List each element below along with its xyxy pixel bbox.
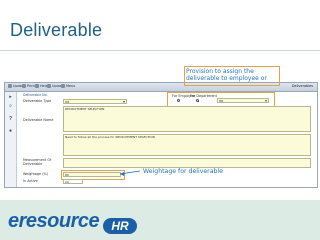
logo-hr-badge: HR: [103, 218, 137, 234]
weightage-label: Weightage (%): [23, 172, 49, 176]
toolbar-menu-button[interactable]: Menu: [61, 84, 75, 88]
brand-logo: eresource: [8, 210, 100, 233]
user-icon[interactable]: ●: [8, 129, 13, 134]
weightage-callout-text: Weightage for deliverable: [143, 168, 223, 175]
assign-callout-box: [184, 66, 280, 86]
help-icon[interactable]: ?: [8, 117, 13, 122]
slide-title: Deliverable: [10, 20, 103, 40]
description-textarea[interactable]: Need to follow all the process for RECRU…: [63, 134, 311, 156]
left-icon-sidebar: ▸ ⌕ ? ●: [5, 92, 17, 187]
arrow-icon[interactable]: ▸: [8, 95, 13, 100]
deliverable-name-input[interactable]: RECRUITMENT SELECTION: [63, 106, 311, 132]
title-divider: [0, 50, 320, 51]
measurement-label: Measurement Of Deliverable: [23, 158, 52, 166]
deliverable-type-select[interactable]: HR: [63, 99, 127, 104]
form-section-title: Deliverable No.: [23, 93, 48, 97]
toolbar-help-button[interactable]: Help: [35, 84, 48, 88]
in-active-label: In Active: [23, 179, 38, 183]
help-icon: [35, 84, 39, 88]
update-icon: [8, 84, 12, 88]
toolbar-print-button[interactable]: Print: [22, 84, 35, 88]
deliverable-name-label: Deliverable Name: [23, 118, 54, 122]
print-icon: [22, 84, 26, 88]
in-active-input[interactable]: 20: [63, 179, 83, 184]
measurement-input[interactable]: [63, 158, 311, 168]
deliverable-type-label: Deliverable Type: [23, 99, 52, 103]
search-icon[interactable]: ⌕: [8, 104, 13, 109]
toolbar-module-label: Deliverables: [291, 84, 313, 88]
logo-wordmark: eresource: [8, 210, 100, 232]
menu-icon: [61, 84, 65, 88]
upload-icon: [47, 84, 51, 88]
